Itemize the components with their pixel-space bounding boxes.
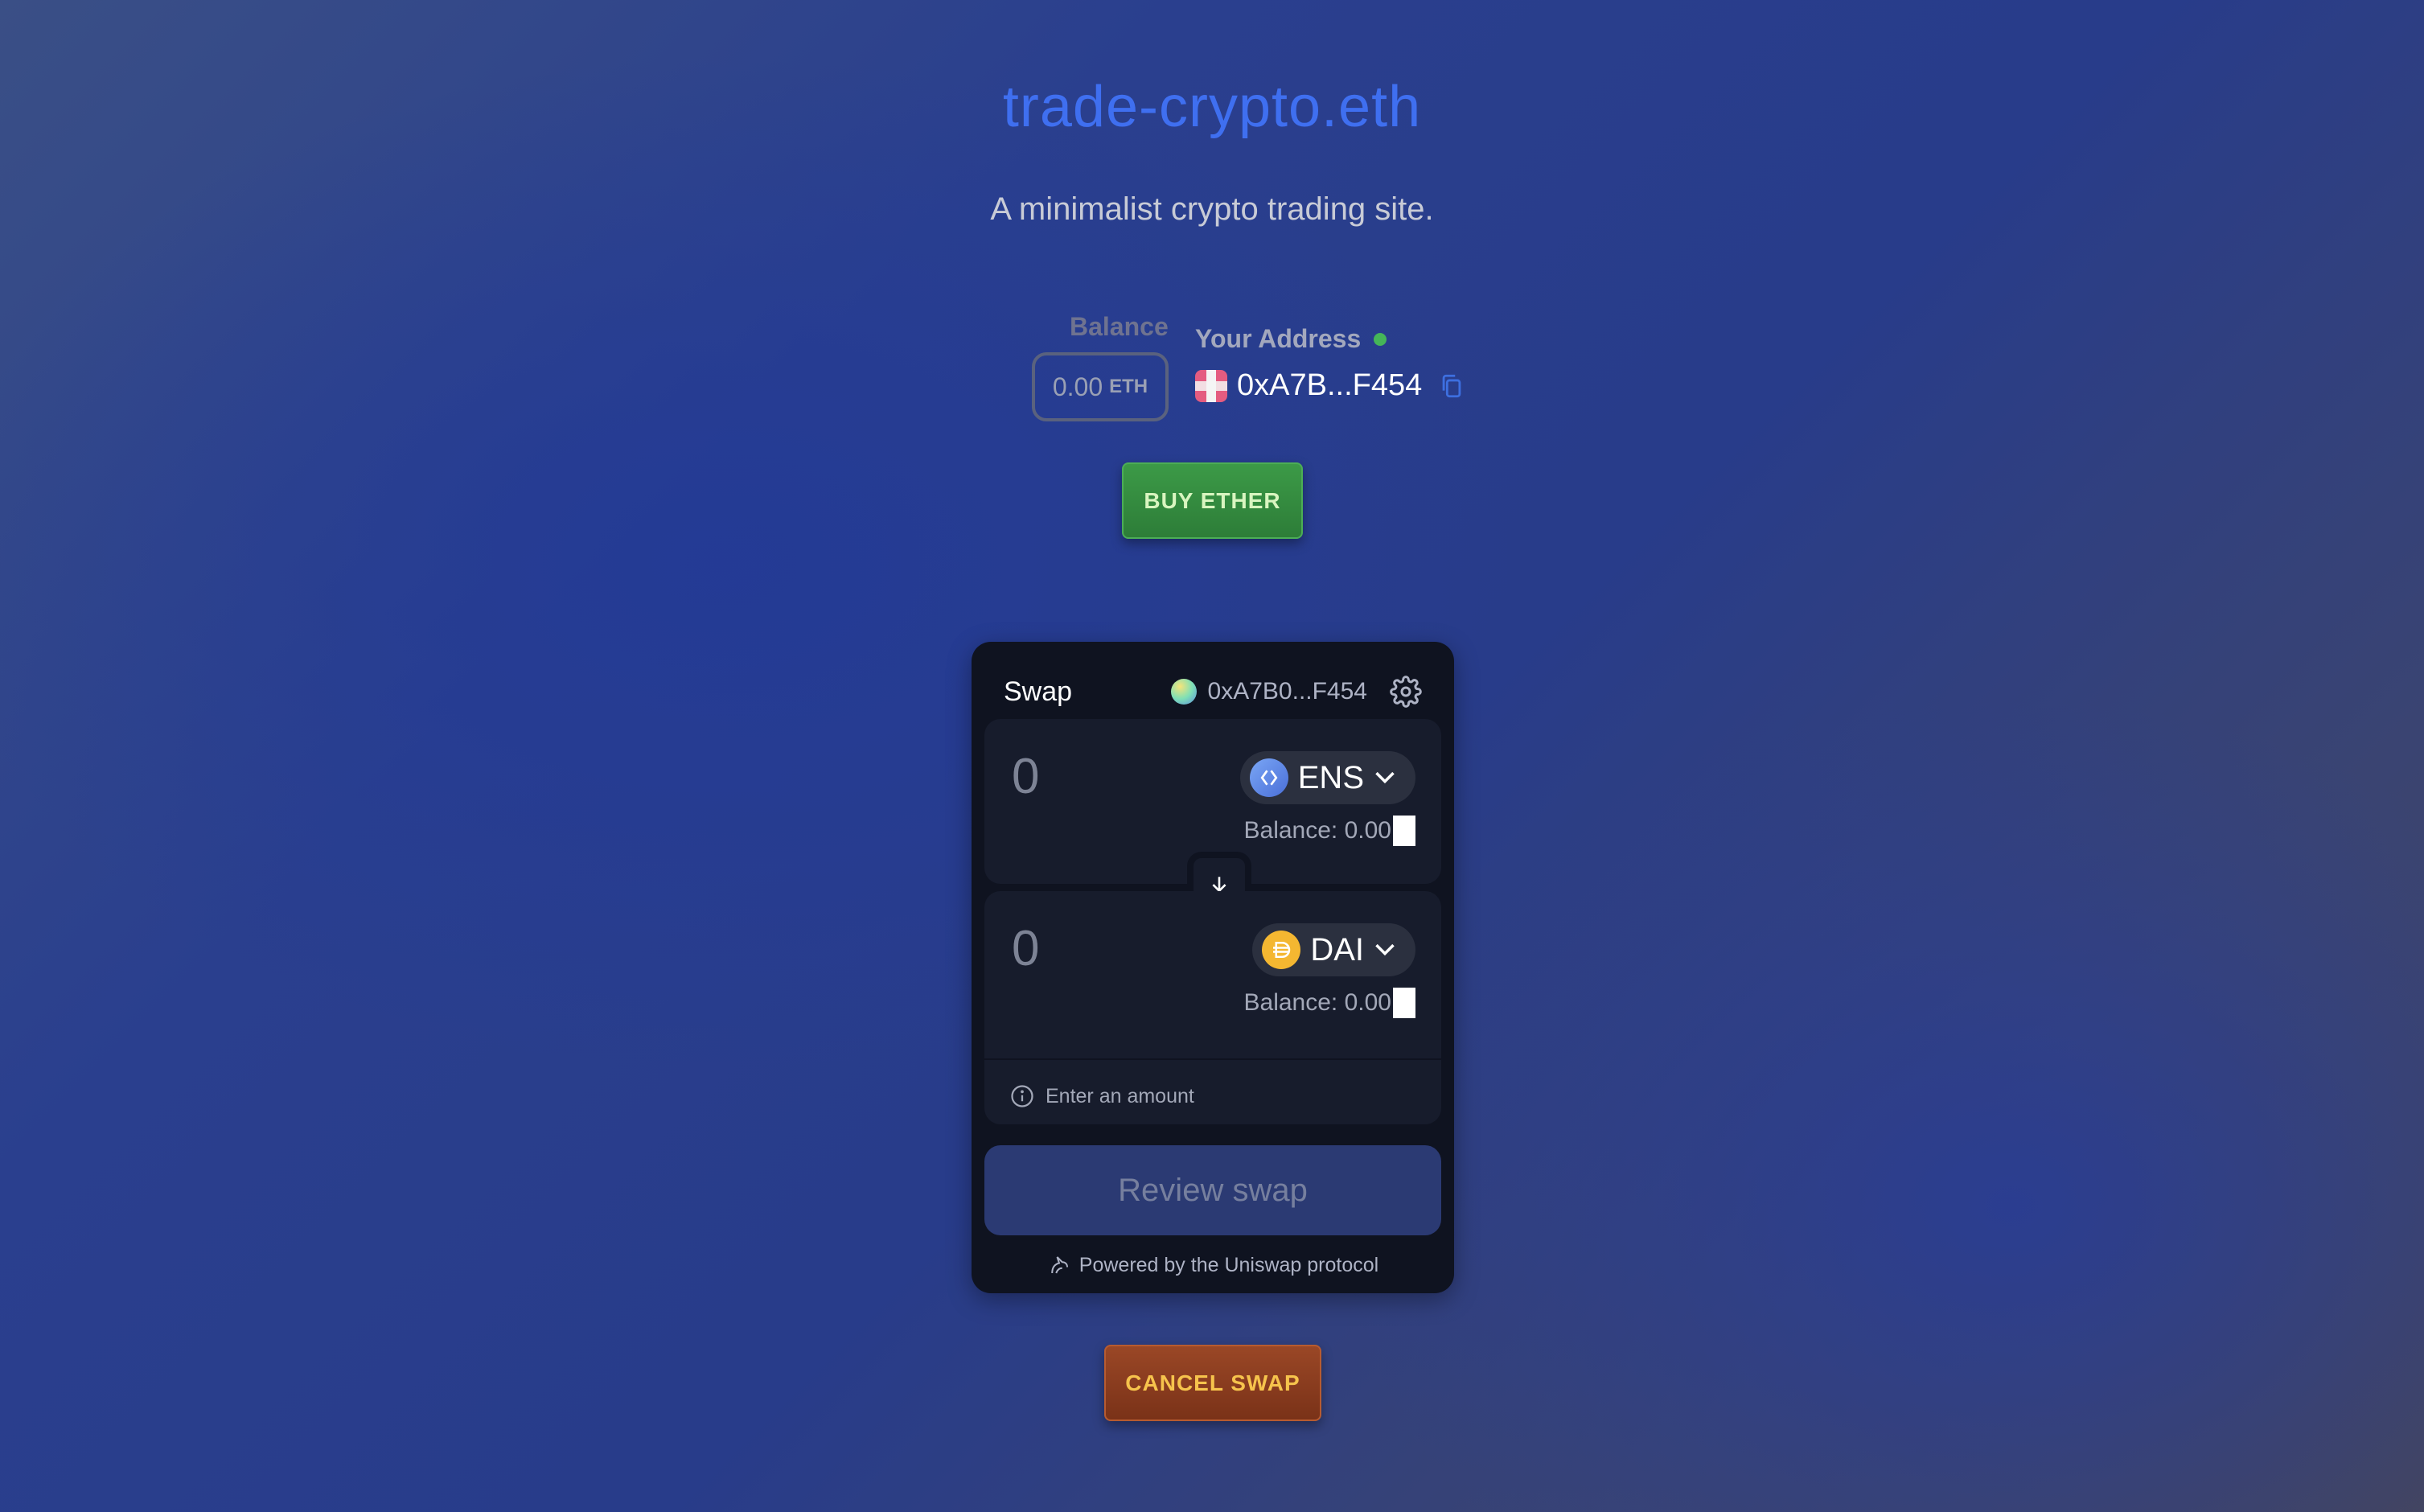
copy-icon[interactable] <box>1438 371 1465 401</box>
hint-row: Enter an amount <box>1010 1084 1194 1108</box>
dai-token-icon <box>1262 931 1301 969</box>
buy-ether-button[interactable]: BUY ETHER <box>1122 462 1303 539</box>
from-balance: Balance: 0.00 <box>1244 816 1415 846</box>
from-balance-text: Balance: 0.00 <box>1243 817 1391 844</box>
gear-icon[interactable] <box>1390 676 1422 708</box>
from-amount-input[interactable]: 0 <box>1012 748 1039 805</box>
balance-value: 0.00 <box>1052 372 1103 401</box>
connected-status-dot <box>1374 332 1387 346</box>
chevron-down-icon <box>1375 771 1395 784</box>
to-token-symbol: DAI <box>1310 931 1364 968</box>
chevron-down-icon <box>1375 943 1395 956</box>
powered-by[interactable]: Powered by the Uniswap protocol <box>972 1253 1454 1277</box>
balance-unit: ETH <box>1109 376 1148 397</box>
cancel-swap-button[interactable]: CANCEL SWAP <box>1104 1345 1321 1421</box>
divider <box>984 1058 1441 1060</box>
avatar <box>1195 369 1227 402</box>
site-title: trade-crypto.eth <box>1002 75 1422 139</box>
max-cursor <box>1393 816 1415 846</box>
info-icon <box>1011 1085 1033 1107</box>
to-panel: 0 DAI Balance: 0.00 Enter an amount <box>984 891 1441 1124</box>
address-label-text: Your Address <box>1195 324 1362 353</box>
balance-label: Balance <box>1070 312 1169 341</box>
wallet-address: 0xA7B...F454 <box>1237 368 1423 402</box>
to-balance: Balance: 0.00 <box>1244 988 1415 1018</box>
swap-widget: Swap 0xA7B0...F454 0 ENS Balance: 0.00 0 <box>972 642 1454 1293</box>
balance-display: 0.00 ETH <box>1032 352 1169 421</box>
powered-by-text: Powered by the Uniswap protocol <box>1078 1253 1379 1276</box>
address-label: Your Address <box>1195 324 1387 354</box>
review-swap-button[interactable]: Review swap <box>984 1145 1441 1235</box>
address-row: 0xA7B...F454 <box>1195 368 1465 403</box>
site-subtitle: A minimalist crypto trading site. <box>990 191 1434 227</box>
swap-title: Swap <box>1004 676 1073 707</box>
from-token-select[interactable]: ENS <box>1239 751 1415 804</box>
to-amount-input[interactable]: 0 <box>1012 920 1039 977</box>
hint-text: Enter an amount <box>1046 1084 1194 1107</box>
to-balance-text: Balance: 0.00 <box>1243 989 1391 1016</box>
max-cursor <box>1393 988 1415 1018</box>
from-token-symbol: ENS <box>1297 759 1364 795</box>
to-token-select[interactable]: DAI <box>1252 923 1415 976</box>
uniswap-unicorn-icon <box>1051 1256 1068 1274</box>
account-button[interactable]: 0xA7B0...F454 <box>1170 678 1367 705</box>
account-orb-icon <box>1170 679 1197 705</box>
account-address: 0xA7B0...F454 <box>1207 678 1367 705</box>
ens-token-icon <box>1249 758 1288 797</box>
swap-header: Swap 0xA7B0...F454 <box>1004 668 1422 716</box>
